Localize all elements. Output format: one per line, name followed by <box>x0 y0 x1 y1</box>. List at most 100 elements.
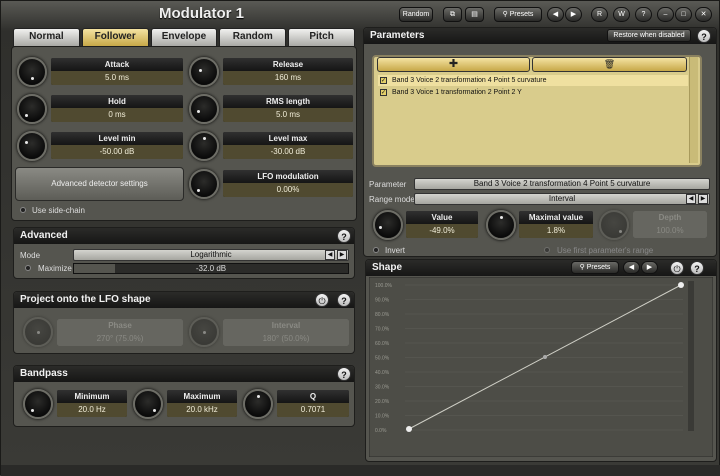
y-tick-label: 20.0% <box>375 399 390 405</box>
advanced-help-button[interactable]: ? <box>337 229 351 243</box>
shape-graph[interactable]: 100.0% 90.0% 80.0% 70.0% 60.0% 50.0% 40.0% 30.0… <box>369 277 713 457</box>
list-item-label: Band 3 Voice 2 transformation 4 Point 5 … <box>392 77 547 84</box>
status-bar <box>1 465 720 476</box>
rms-length-label: RMS length <box>223 95 353 108</box>
search-icon: ⚲ <box>502 11 508 18</box>
parameters-scrollbar[interactable] <box>689 57 698 163</box>
checkbox-icon[interactable]: ✓ <box>380 77 387 84</box>
depth-knob[interactable] <box>599 210 629 240</box>
sidechain-checkbox[interactable] <box>20 207 26 213</box>
shape-power-icon[interactable]: ⏻ <box>670 261 684 275</box>
range-mode-value: Interval <box>548 194 576 203</box>
minimize-icon[interactable]: – <box>657 7 674 22</box>
hold-knob[interactable] <box>17 94 47 124</box>
shape-midpoint[interactable] <box>543 355 547 359</box>
restore-when-disabled-button[interactable]: Restore when disabled <box>607 29 691 42</box>
range-prev-icon[interactable]: ◀ <box>686 194 696 204</box>
range-mode-select[interactable]: Interval <box>414 193 710 205</box>
tab-follower[interactable]: Follower <box>81 28 149 46</box>
y-tick-label: 70.0% <box>375 327 390 333</box>
random-button[interactable]: Random <box>399 7 433 22</box>
shape-help-button[interactable]: ? <box>690 261 704 275</box>
tab-pitch[interactable]: Pitch <box>288 28 355 46</box>
tab-envelope[interactable]: Envelope <box>150 28 218 46</box>
checkbox-icon[interactable]: ✓ <box>380 89 387 96</box>
bandpass-min-knob[interactable] <box>23 389 53 419</box>
invert-checkbox[interactable] <box>373 247 379 253</box>
shape-presets-label: Presets <box>586 264 611 271</box>
list-item-label: Band 3 Voice 1 transformation 2 Point 2 … <box>392 89 522 96</box>
prev-preset-button[interactable]: ◀ <box>547 7 564 22</box>
phase-knob[interactable] <box>23 317 53 347</box>
tab-normal[interactable]: Normal <box>13 28 80 46</box>
maximal-value-knob[interactable] <box>486 210 516 240</box>
tab-random[interactable]: Random <box>219 28 287 46</box>
copy-icon[interactable]: ⧉ <box>443 7 462 22</box>
maximize-bar[interactable]: -32.0 dB <box>73 263 349 274</box>
next-preset-button[interactable]: ▶ <box>565 7 582 22</box>
level-max-label: Level max <box>223 132 353 145</box>
level-min-knob[interactable] <box>17 131 47 161</box>
level-max-knob[interactable] <box>189 131 219 161</box>
mode-prev-icon[interactable]: ◀ <box>325 250 335 260</box>
add-parameter-button[interactable]: ✚ <box>377 57 530 72</box>
attack-knob[interactable] <box>17 57 47 87</box>
trash-icon: 🗑 <box>603 59 616 69</box>
list-item[interactable]: ✓ Band 3 Voice 2 transformation 4 Point 5… <box>378 75 688 86</box>
maximize-checkbox[interactable] <box>25 265 31 271</box>
parameter-select[interactable]: Band 3 Voice 2 transformation 4 Point 5 … <box>414 178 710 190</box>
maximize-icon[interactable]: □ <box>675 7 692 22</box>
bandpass-help-button[interactable]: ? <box>337 367 351 381</box>
release-knob[interactable] <box>189 57 219 87</box>
shape-presets-button[interactable]: ⚲ Presets <box>571 261 619 274</box>
interval-knob[interactable] <box>189 317 219 347</box>
bandpass-title: Bandpass <box>20 368 68 379</box>
parameters-help-button[interactable]: ? <box>697 29 711 43</box>
invert-label: Invert <box>385 246 406 255</box>
paste-icon[interactable]: ▤ <box>465 7 484 22</box>
shape-point[interactable] <box>678 282 684 288</box>
shape-next-icon[interactable]: ▶ <box>641 261 658 274</box>
phase-value: 270° (75.0%) <box>57 332 183 346</box>
y-tick-label: 40.0% <box>375 370 390 376</box>
first-range-checkbox[interactable] <box>544 247 550 253</box>
presets-button[interactable]: ⚲ Presets <box>494 7 542 22</box>
value-value: -49.0% <box>406 224 478 238</box>
bandpass-min-display: Minimum 20.0 Hz <box>57 390 127 417</box>
delete-parameter-button[interactable]: 🗑 <box>532 57 687 72</box>
plus-icon: ✚ <box>448 58 459 70</box>
bandpass-max-knob[interactable] <box>133 389 163 419</box>
attack-value: 5.0 ms <box>51 71 183 85</box>
mode-next-icon[interactable]: ▶ <box>337 250 347 260</box>
bandpass-min-label: Minimum <box>57 390 127 403</box>
rms-length-display: RMS length 5.0 ms <box>223 95 353 122</box>
bandpass-max-value: 20.0 kHz <box>167 403 237 417</box>
shape-prev-icon[interactable]: ◀ <box>623 261 640 274</box>
advanced-detector-button[interactable]: Advanced detector settings <box>15 167 184 201</box>
q-knob[interactable] <box>243 389 273 419</box>
presets-label: Presets <box>509 11 534 18</box>
range-next-icon[interactable]: ▶ <box>698 194 708 204</box>
parameters-title: Parameters <box>370 30 425 41</box>
r-button[interactable]: R <box>591 7 608 22</box>
help-label: ? <box>641 11 646 18</box>
project-help-button[interactable]: ? <box>337 293 351 307</box>
shape-point[interactable] <box>406 426 412 432</box>
shape-scrollbar[interactable] <box>688 281 694 431</box>
lfo-modulation-knob[interactable] <box>189 169 219 199</box>
list-item[interactable]: ✓ Band 3 Voice 1 transformation 2 Point 2… <box>378 87 688 98</box>
project-power-icon[interactable]: ⏻ <box>315 293 329 307</box>
value-knob[interactable] <box>373 210 403 240</box>
y-tick-label: 10.0% <box>375 414 390 420</box>
hold-display: Hold 0 ms <box>51 95 183 122</box>
help-button[interactable]: ? <box>635 7 652 22</box>
rms-length-knob[interactable] <box>189 94 219 124</box>
w-button[interactable]: W <box>613 7 630 22</box>
range-mode-label: Range mode <box>369 195 415 204</box>
mode-select[interactable]: Logarithmic <box>73 249 349 261</box>
attack-display: Attack 5.0 ms <box>51 58 183 85</box>
level-min-label: Level min <box>51 132 183 145</box>
close-icon[interactable]: ✕ <box>695 7 712 22</box>
hold-value: 0 ms <box>51 108 183 122</box>
bandpass-header: Bandpass <box>14 366 354 382</box>
